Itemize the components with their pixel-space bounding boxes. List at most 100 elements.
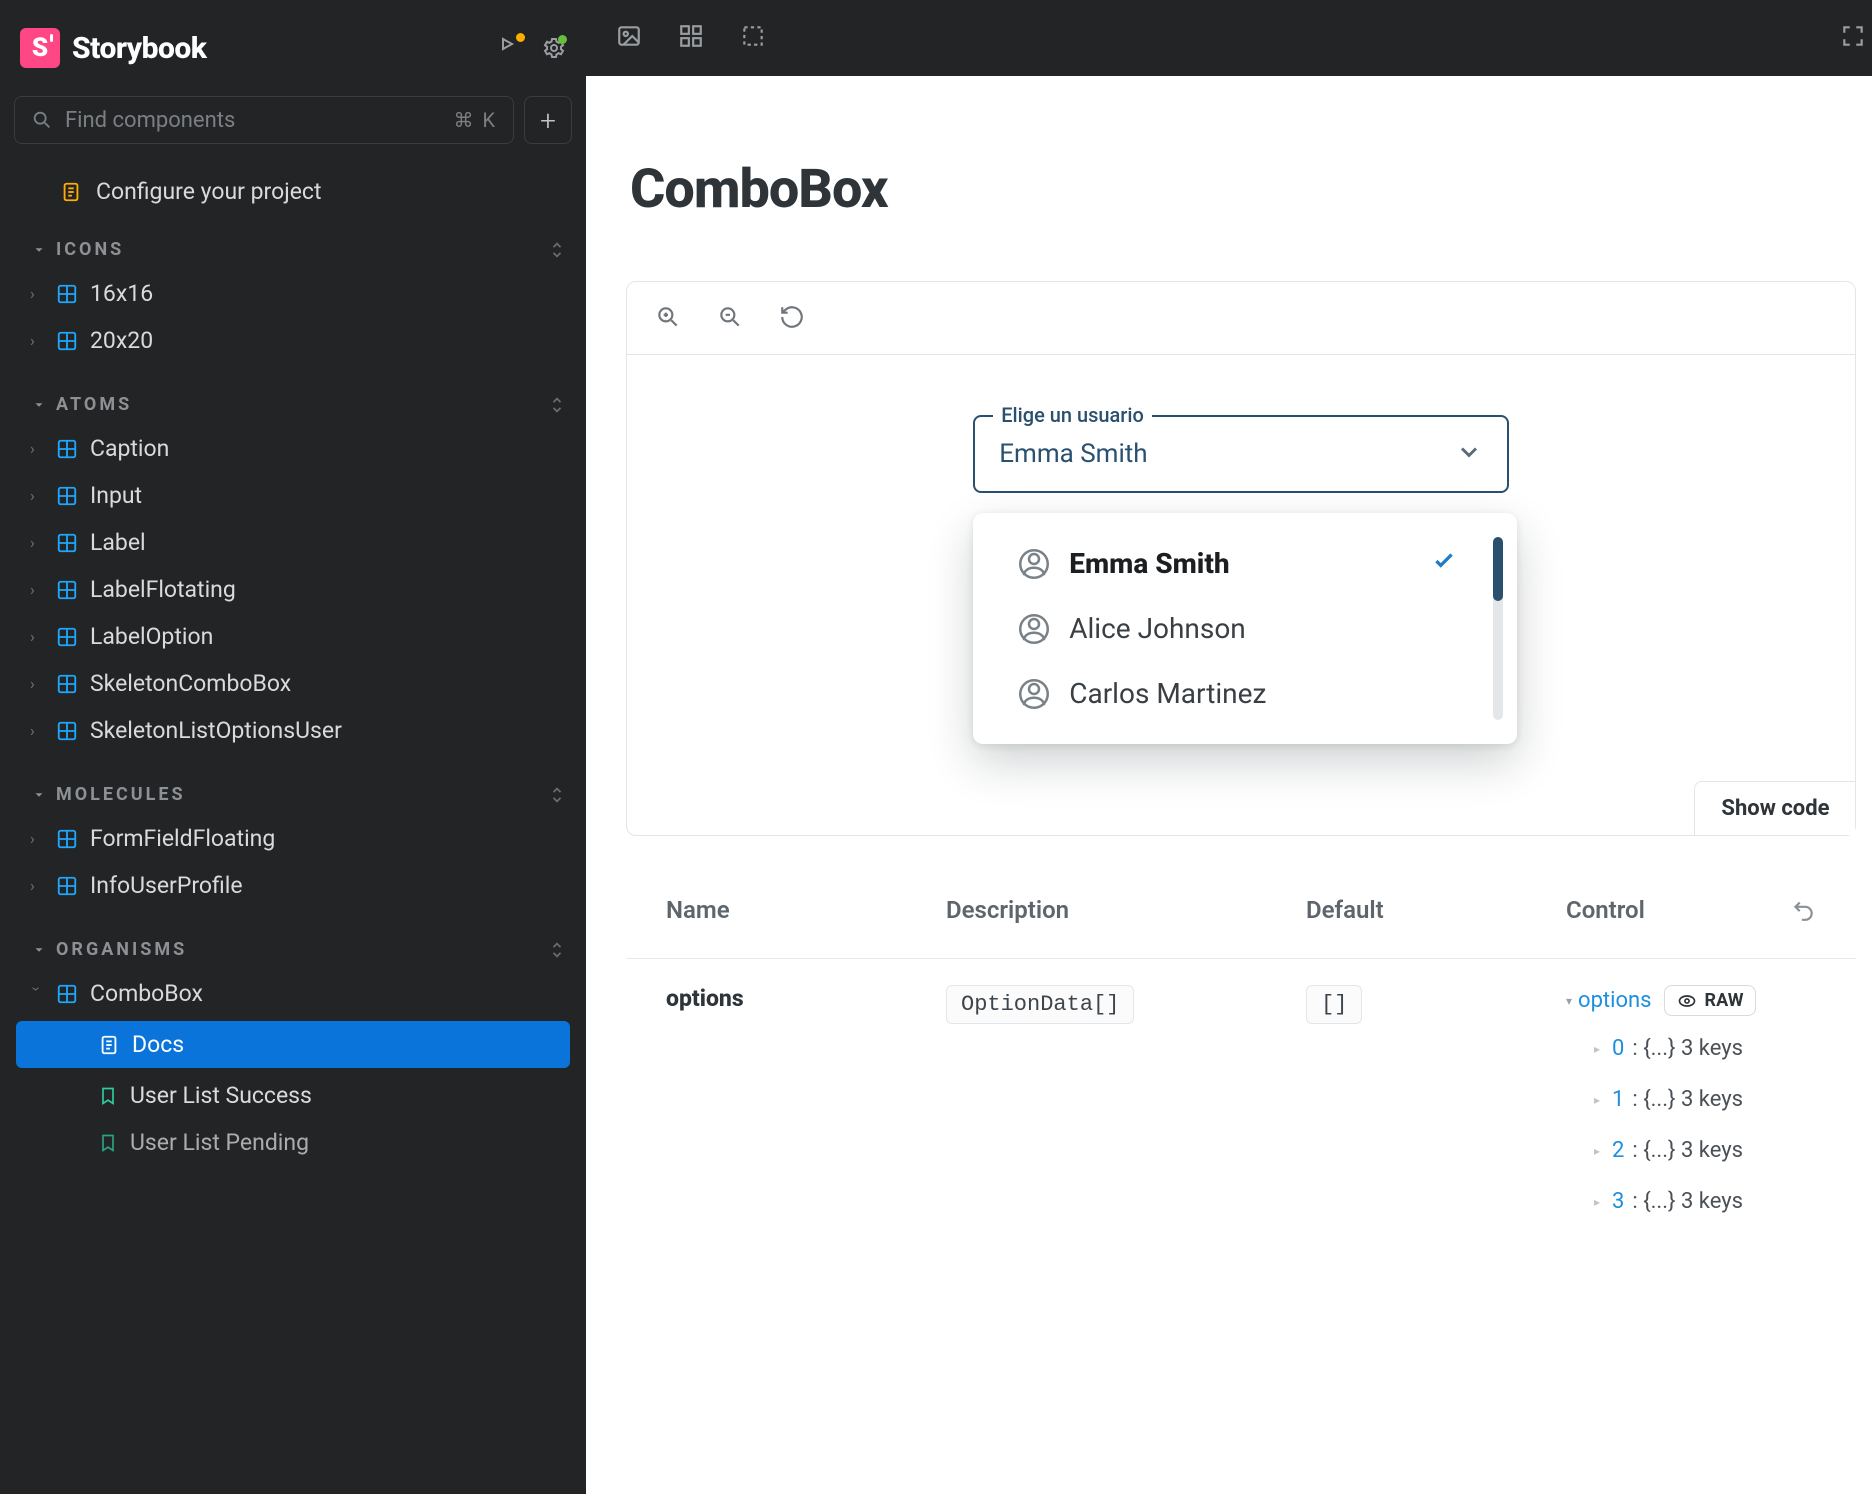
chevron-down-icon[interactable]: ▾ (1566, 994, 1572, 1008)
zoom-out-icon[interactable] (717, 304, 743, 334)
combobox-option[interactable]: Emma Smith (973, 531, 1517, 596)
sidebar-item-label: FormFieldFloating (90, 825, 275, 852)
image-icon[interactable] (616, 23, 642, 53)
logo[interactable]: S Storybook (20, 28, 207, 68)
sidebar-item-infouserprofile[interactable]: ›InfoUserProfile (2, 862, 584, 909)
col-description: Description (946, 896, 1306, 928)
chevron-right-icon: ▸ (1594, 1042, 1604, 1056)
control-item-detail: : {...} 3 keys (1632, 1189, 1743, 1214)
outline-icon[interactable] (740, 23, 766, 53)
col-default: Default (1306, 896, 1566, 928)
sidebar-item-label: 20x20 (90, 327, 153, 354)
chevron-right-icon: › (30, 627, 44, 646)
eye-icon (1677, 991, 1697, 1011)
combobox-option[interactable]: Carlos Martinez (973, 661, 1517, 726)
sidebar-item-input[interactable]: ›Input (2, 472, 584, 519)
notifications-icon[interactable] (498, 36, 522, 60)
component-icon (56, 283, 78, 305)
logo-mark-icon: S (20, 28, 60, 68)
args-table: Name Description Default Control options… (626, 850, 1856, 1246)
sidebar-item-combobox[interactable]: › ComboBox (2, 970, 584, 1017)
section-icons-header[interactable]: ICONS (2, 229, 584, 270)
sidebar-item-labeloption[interactable]: › LabelOption (2, 613, 584, 660)
reset-controls-button[interactable] (1756, 896, 1816, 928)
control-item[interactable]: ▸1 : {...} 3 keys (1566, 1081, 1756, 1118)
section-molecules-header[interactable]: MOLECULES (2, 774, 584, 815)
chevron-down-icon (1455, 438, 1483, 470)
component-icon (56, 438, 78, 460)
sidebar-item-label: InfoUserProfile (90, 872, 243, 899)
chevron-down-icon (32, 943, 46, 957)
expand-collapse-icon[interactable] (550, 242, 564, 258)
section-organisms-header[interactable]: ORGANISMS (2, 929, 584, 970)
section-title: ICONS (56, 239, 124, 260)
control-item[interactable]: ▸2 : {...} 3 keys (1566, 1132, 1756, 1169)
combobox-field[interactable]: Elige un usuario Emma Smith (973, 415, 1509, 493)
col-name: Name (666, 896, 946, 928)
sidebar-item-label: Configure your project (96, 178, 322, 205)
chevron-right-icon: › (30, 580, 44, 599)
scrollbar-thumb[interactable] (1493, 537, 1503, 601)
arg-name: options (666, 985, 946, 1012)
sidebar: S Storybook Find components ⌘ K + Config… (0, 0, 586, 1494)
component-icon (56, 720, 78, 742)
zoom-in-icon[interactable] (655, 304, 681, 334)
combobox-option[interactable]: Alice Johnson (973, 596, 1517, 661)
col-control: Control (1566, 896, 1756, 928)
component-icon (56, 983, 78, 1005)
control-options-toggle[interactable]: options (1578, 988, 1652, 1013)
chevron-right-icon: › (30, 533, 44, 552)
sidebar-item-docs[interactable]: Docs (16, 1021, 570, 1068)
chevron-right-icon: › (30, 829, 44, 848)
sidebar-item-labelflotating[interactable]: ›LabelFlotating (2, 566, 584, 613)
sidebar-item-caption[interactable]: ›Caption (2, 425, 584, 472)
search-input[interactable]: Find components ⌘ K (14, 96, 514, 144)
chevron-right-icon: › (30, 439, 44, 458)
expand-collapse-icon[interactable] (550, 787, 564, 803)
combobox-float-label: Elige un usuario (993, 403, 1152, 427)
sidebar-item-user-list-pending[interactable]: User List Pending (2, 1119, 584, 1166)
app-name: Storybook (72, 31, 207, 66)
chevron-right-icon: › (30, 331, 44, 350)
raw-toggle[interactable]: RAW (1664, 985, 1757, 1016)
section-title: ORGANISMS (56, 939, 187, 960)
sidebar-item-label: SkeletonComboBox (90, 670, 291, 697)
control-item-detail: : {...} 3 keys (1632, 1087, 1743, 1112)
document-icon (98, 1034, 120, 1056)
sidebar-item-label: LabelOption (90, 623, 213, 650)
sidebar-item-16x16[interactable]: › 16x16 (2, 270, 584, 317)
sidebar-item-user-list-success[interactable]: User List Success (2, 1072, 584, 1119)
page-title: ComboBox (626, 158, 1856, 221)
undo-icon (1790, 896, 1816, 922)
canvas: Elige un usuario Emma Smith Emma Smith (627, 355, 1855, 835)
zoom-reset-icon[interactable] (779, 304, 805, 334)
grid-icon[interactable] (678, 23, 704, 53)
chevron-right-icon: ▸ (1594, 1093, 1604, 1107)
chevron-right-icon: › (30, 674, 44, 693)
fullscreen-icon[interactable] (1840, 34, 1866, 53)
sidebar-item-formfieldfloating[interactable]: › FormFieldFloating (2, 815, 584, 862)
control-item[interactable]: ▸0 : {...} 3 keys (1566, 1030, 1756, 1067)
expand-collapse-icon[interactable] (550, 942, 564, 958)
show-code-button[interactable]: Show code (1694, 781, 1855, 835)
control-item[interactable]: ▸3 : {...} 3 keys (1566, 1183, 1756, 1220)
user-icon (1019, 614, 1049, 644)
chevron-right-icon: › (30, 486, 44, 505)
add-button[interactable]: + (524, 96, 572, 144)
user-icon (1019, 549, 1049, 579)
search-shortcut: ⌘ K (453, 108, 497, 132)
settings-icon[interactable] (542, 36, 566, 60)
sidebar-item-configure[interactable]: Configure your project (2, 166, 584, 229)
expand-collapse-icon[interactable] (550, 397, 564, 413)
section-atoms-header[interactable]: ATOMS (2, 384, 584, 425)
sidebar-item-label[interactable]: ›Label (2, 519, 584, 566)
option-label: Alice Johnson (1069, 612, 1246, 645)
type-chip: OptionData[] (946, 985, 1134, 1024)
default-chip: [] (1306, 985, 1362, 1024)
component-icon (56, 673, 78, 695)
main: ComboBox Elige un usuario Emma Smith (586, 0, 1872, 1494)
control-item-detail: : {...} 3 keys (1632, 1138, 1743, 1163)
sidebar-item-skeletonlistoptionsuser[interactable]: ›SkeletonListOptionsUser (2, 707, 584, 754)
sidebar-item-20x20[interactable]: › 20x20 (2, 317, 584, 364)
sidebar-item-skeletoncombobox[interactable]: › SkeletonComboBox (2, 660, 584, 707)
